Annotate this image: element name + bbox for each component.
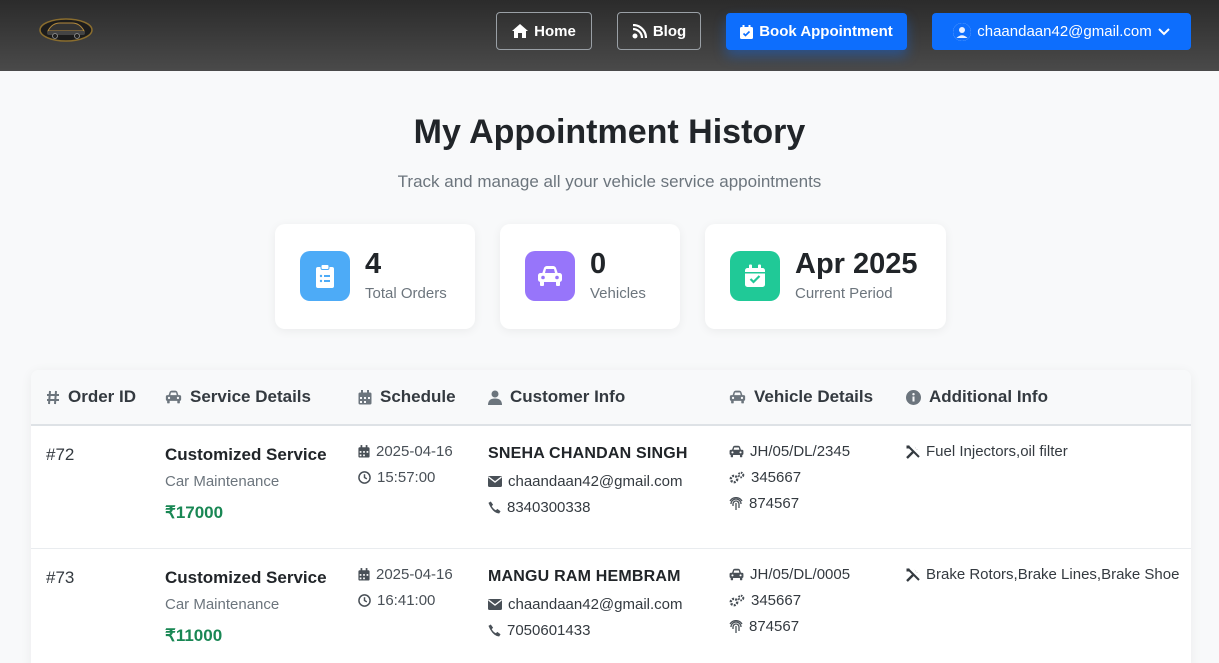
clock-icon <box>358 594 371 607</box>
service-price: ₹11000 <box>165 626 223 645</box>
user-email-label: chaandaan42@gmail.com <box>977 23 1152 40</box>
total-orders-label: Total Orders <box>365 285 447 302</box>
car-icon <box>729 390 746 404</box>
th-vehicle-details: Vehicle Details <box>729 387 873 407</box>
car-icon <box>525 251 575 301</box>
engine-number: 345667 <box>729 469 801 486</box>
additional-info: Fuel Injectors,oil filter <box>906 443 1068 460</box>
home-button[interactable]: Home <box>496 12 592 50</box>
envelope-icon <box>488 599 502 610</box>
vehicles-label: Vehicles <box>590 285 646 302</box>
service-type: Car Maintenance <box>165 596 280 613</box>
gears-icon <box>729 471 745 484</box>
blog-button[interactable]: Blog <box>617 12 701 50</box>
vehicles-value: 0 <box>590 248 607 280</box>
order-id: #72 <box>46 445 75 464</box>
customer-name: MANGU RAM HEMBRAM <box>488 568 681 585</box>
fingerprint-icon <box>729 619 743 633</box>
service-name: Customized Service <box>165 568 327 587</box>
current-period-label: Current Period <box>795 285 893 302</box>
book-appointment-label: Book Appointment <box>759 23 893 40</box>
appointments-table: Order ID Service Details Schedule Custom… <box>31 370 1191 663</box>
service-price: ₹17000 <box>165 503 224 522</box>
customer-phone: 7050601433 <box>488 622 590 639</box>
book-appointment-button[interactable]: Book Appointment <box>726 13 907 50</box>
th-service-details: Service Details <box>165 387 311 407</box>
tools-icon <box>906 444 920 459</box>
car-icon <box>729 568 744 581</box>
chassis-number: 874567 <box>729 618 799 635</box>
customer-email: chaandaan42@gmail.com <box>488 596 683 613</box>
clipboard-icon <box>300 251 350 301</box>
envelope-icon <box>488 476 502 487</box>
table-row[interactable]: #73 Customized Service Car Maintenance ₹… <box>31 549 1191 663</box>
customer-email: chaandaan42@gmail.com <box>488 473 683 490</box>
info-circle-icon <box>906 389 921 405</box>
customer-name: SNEHA CHANDAN SINGH <box>488 445 688 462</box>
phone-icon <box>488 624 501 637</box>
table-header: Order ID Service Details Schedule Custom… <box>31 370 1191 426</box>
chassis-number: 874567 <box>729 495 799 512</box>
calendar-icon <box>358 445 370 458</box>
calendar-icon <box>358 389 372 404</box>
service-name: Customized Service <box>165 445 327 464</box>
calendar-check-icon <box>740 24 754 39</box>
current-period-value: Apr 2025 <box>795 248 918 280</box>
schedule-date: 2025-04-16 <box>358 566 453 583</box>
vehicle-number: JH/05/DL/0005 <box>729 566 850 583</box>
brand-logo[interactable] <box>38 14 94 46</box>
additional-info: Brake Rotors,Brake Lines,Brake Shoe <box>906 566 1179 583</box>
car-icon <box>165 390 182 404</box>
page-subtitle: Track and manage all your vehicle servic… <box>397 172 822 191</box>
hashtag-icon <box>47 390 59 404</box>
phone-icon <box>488 501 501 514</box>
th-schedule: Schedule <box>358 387 456 407</box>
page-title: My Appointment History <box>413 113 806 151</box>
clock-icon <box>358 471 371 484</box>
schedule-time: 16:41:00 <box>358 592 435 609</box>
navbar: Home Blog Book Appointment chaandaan42@g… <box>0 0 1219 71</box>
home-icon <box>512 24 529 38</box>
home-button-label: Home <box>534 22 576 40</box>
user-avatar-icon <box>953 22 972 41</box>
fingerprint-icon <box>729 496 743 510</box>
th-customer-info: Customer Info <box>488 387 625 407</box>
chevron-down-icon <box>1158 27 1170 35</box>
th-order-id: Order ID <box>46 387 136 407</box>
vehicle-number: JH/05/DL/2345 <box>729 443 850 460</box>
gears-icon <box>729 594 745 607</box>
calendar-icon <box>358 568 370 581</box>
service-type: Car Maintenance <box>165 473 280 490</box>
engine-number: 345667 <box>729 592 801 609</box>
user-menu-dropdown[interactable]: chaandaan42@gmail.com <box>932 13 1191 50</box>
total-orders-value: 4 <box>365 248 382 280</box>
stat-card-total-orders: 4 Total Orders <box>275 224 475 329</box>
table-row[interactable]: #72 Customized Service Car Maintenance ₹… <box>31 426 1191 549</box>
stat-card-vehicles: 0 Vehicles <box>500 224 680 329</box>
schedule-time: 15:57:00 <box>358 469 435 486</box>
calendar-check-icon <box>730 251 780 301</box>
customer-phone: 8340300338 <box>488 499 590 516</box>
th-additional-info: Additional Info <box>906 387 1048 407</box>
blog-button-label: Blog <box>652 22 687 40</box>
stat-card-current-period: Apr 2025 Current Period <box>705 224 946 329</box>
tools-icon <box>906 567 920 582</box>
car-icon <box>729 445 744 458</box>
order-id: #73 <box>46 568 75 587</box>
schedule-date: 2025-04-16 <box>358 443 453 460</box>
user-icon <box>488 390 502 405</box>
blog-icon <box>632 23 647 38</box>
